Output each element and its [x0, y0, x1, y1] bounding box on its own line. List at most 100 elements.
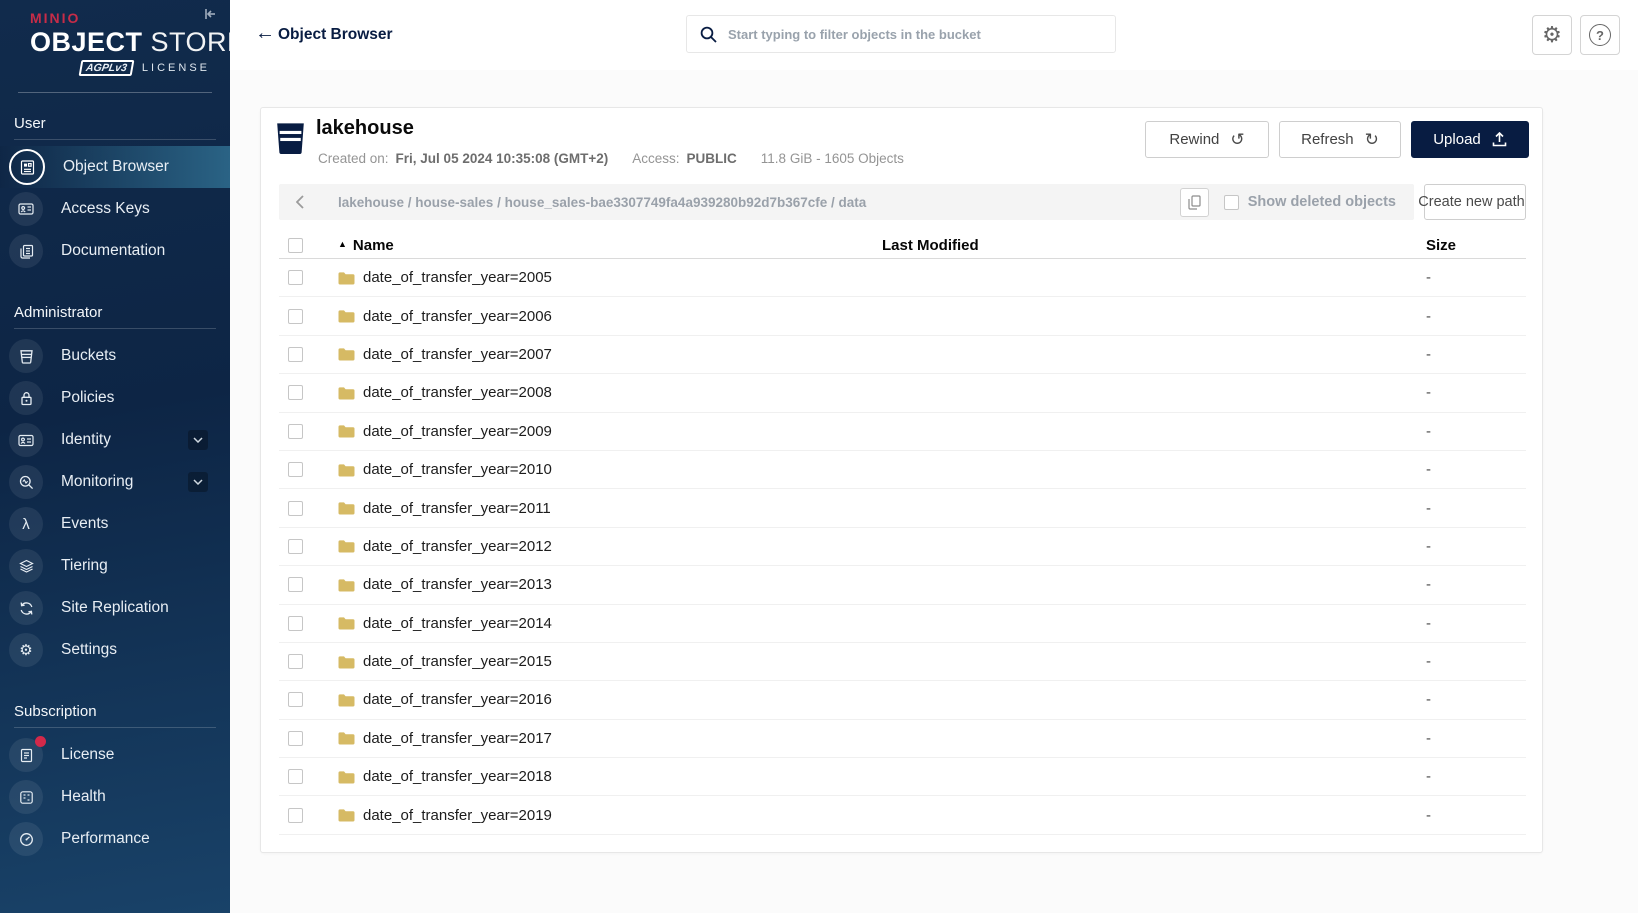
- object-name[interactable]: date_of_transfer_year=2015: [363, 653, 552, 670]
- row-checkbox[interactable]: [288, 385, 303, 400]
- back-arrow-icon[interactable]: ←: [255, 22, 275, 45]
- section-label: User: [0, 107, 230, 139]
- column-header-size[interactable]: Size: [1396, 237, 1526, 254]
- object-name[interactable]: date_of_transfer_year=2017: [363, 730, 552, 747]
- table-header: ▲ Name Last Modified Size: [279, 233, 1526, 259]
- object-name[interactable]: date_of_transfer_year=2016: [363, 691, 552, 708]
- row-checkbox[interactable]: [288, 577, 303, 592]
- collapse-sidebar-icon[interactable]: [202, 6, 220, 24]
- object-name[interactable]: date_of_transfer_year=2012: [363, 538, 552, 555]
- created-on-label: Created on:: [318, 151, 389, 166]
- settings-button[interactable]: ⚙: [1532, 15, 1572, 55]
- sidebar-item-license[interactable]: License: [0, 734, 230, 776]
- table-body: date_of_transfer_year=2005 - date_of_tra…: [279, 259, 1526, 835]
- table-row[interactable]: date_of_transfer_year=2011 -: [279, 489, 1526, 527]
- access-value[interactable]: PUBLIC: [687, 151, 737, 166]
- content-area: lakehouse Created on: Fri, Jul 05 2024 1…: [230, 70, 1638, 913]
- sidebar-item-identity[interactable]: Identity: [0, 419, 230, 461]
- table-row[interactable]: date_of_transfer_year=2009 -: [279, 413, 1526, 451]
- table-row[interactable]: date_of_transfer_year=2017 -: [279, 720, 1526, 758]
- table-row[interactable]: date_of_transfer_year=2006 -: [279, 297, 1526, 335]
- row-checkbox[interactable]: [288, 731, 303, 746]
- help-button[interactable]: ?: [1580, 15, 1620, 55]
- table-row[interactable]: date_of_transfer_year=2016 -: [279, 681, 1526, 719]
- object-name[interactable]: date_of_transfer_year=2018: [363, 768, 552, 785]
- chevron-down-icon[interactable]: [188, 430, 208, 450]
- table-row[interactable]: date_of_transfer_year=2005 -: [279, 259, 1526, 297]
- column-header-last-modified[interactable]: Last Modified: [882, 237, 1396, 254]
- copy-path-button[interactable]: [1180, 188, 1209, 217]
- folder-icon: [338, 693, 355, 707]
- gear-icon: ⚙: [1542, 22, 1562, 48]
- sidebar-item-monitoring[interactable]: Monitoring: [0, 461, 230, 503]
- table-row[interactable]: date_of_transfer_year=2014 -: [279, 605, 1526, 643]
- sidebar-item-performance[interactable]: Performance: [0, 818, 230, 860]
- table-row[interactable]: date_of_transfer_year=2012 -: [279, 528, 1526, 566]
- row-checkbox[interactable]: [288, 654, 303, 669]
- rewind-button[interactable]: Rewind ↺: [1145, 121, 1269, 158]
- sidebar-item-documentation[interactable]: Documentation: [0, 230, 230, 272]
- bucket-icon: [276, 122, 305, 160]
- folder-icon: [338, 424, 355, 438]
- search-input[interactable]: [726, 26, 1115, 43]
- object-name[interactable]: date_of_transfer_year=2006: [363, 308, 552, 325]
- table-row[interactable]: date_of_transfer_year=2013 -: [279, 566, 1526, 604]
- sidebar-item-site-replication[interactable]: Site Replication: [0, 587, 230, 629]
- select-all-checkbox[interactable]: [288, 238, 303, 253]
- sidebar-item-tiering[interactable]: Tiering: [0, 545, 230, 587]
- object-name[interactable]: date_of_transfer_year=2009: [363, 423, 552, 440]
- create-new-path-button[interactable]: Create new path: [1424, 184, 1526, 220]
- row-checkbox[interactable]: [288, 347, 303, 362]
- sidebar-item-health[interactable]: Health: [0, 776, 230, 818]
- sidebar-section-user: User Object Browser Access: [0, 107, 230, 272]
- row-checkbox[interactable]: [288, 462, 303, 477]
- table-row[interactable]: date_of_transfer_year=2010 -: [279, 451, 1526, 489]
- object-name[interactable]: date_of_transfer_year=2013: [363, 576, 552, 593]
- sort-asc-icon[interactable]: ▲: [338, 239, 347, 249]
- table-row[interactable]: date_of_transfer_year=2018 -: [279, 758, 1526, 796]
- sidebar-item-label: Access Keys: [61, 200, 150, 218]
- sidebar-item-settings[interactable]: ⚙ Settings: [0, 629, 230, 671]
- row-checkbox[interactable]: [288, 769, 303, 784]
- row-checkbox[interactable]: [288, 692, 303, 707]
- sidebar-item-policies[interactable]: Policies: [0, 377, 230, 419]
- table-row[interactable]: date_of_transfer_year=2007 -: [279, 336, 1526, 374]
- table-row[interactable]: date_of_transfer_year=2015 -: [279, 643, 1526, 681]
- table-row[interactable]: date_of_transfer_year=2008 -: [279, 374, 1526, 412]
- object-name[interactable]: date_of_transfer_year=2007: [363, 346, 552, 363]
- row-checkbox[interactable]: [288, 616, 303, 631]
- sidebar-item-access-keys[interactable]: Access Keys: [0, 188, 230, 230]
- object-name[interactable]: date_of_transfer_year=2008: [363, 384, 552, 401]
- row-checkbox[interactable]: [288, 501, 303, 516]
- navigate-back-button[interactable]: [279, 195, 321, 209]
- object-name[interactable]: date_of_transfer_year=2019: [363, 807, 552, 824]
- sidebar-item-label: Buckets: [61, 347, 116, 365]
- row-checkbox[interactable]: [288, 808, 303, 823]
- column-header-name[interactable]: ▲ Name: [327, 237, 882, 254]
- upload-button[interactable]: Upload: [1411, 121, 1529, 158]
- row-checkbox[interactable]: [288, 424, 303, 439]
- object-name[interactable]: date_of_transfer_year=2011: [363, 500, 551, 517]
- folder-icon: [338, 770, 355, 784]
- object-size: -: [1396, 615, 1526, 632]
- object-name[interactable]: date_of_transfer_year=2005: [363, 269, 552, 286]
- sidebar-item-object-browser[interactable]: Object Browser: [0, 146, 230, 188]
- chevron-down-icon[interactable]: [188, 472, 208, 492]
- show-deleted-checkbox[interactable]: [1224, 195, 1239, 210]
- refresh-button[interactable]: Refresh ↻: [1279, 121, 1401, 158]
- divider: [18, 92, 212, 93]
- table-row[interactable]: date_of_transfer_year=2019 -: [279, 796, 1526, 834]
- sidebar-item-buckets[interactable]: Buckets: [0, 335, 230, 377]
- object-name[interactable]: date_of_transfer_year=2010: [363, 461, 552, 478]
- sidebar-item-events[interactable]: λ Events: [0, 503, 230, 545]
- breadcrumb[interactable]: lakehouse / house-sales / house_sales-ba…: [338, 195, 1180, 210]
- object-filter-search[interactable]: [686, 15, 1116, 53]
- row-checkbox[interactable]: [288, 270, 303, 285]
- folder-icon: [338, 539, 355, 553]
- object-name[interactable]: date_of_transfer_year=2014: [363, 615, 552, 632]
- object-browser-icon: [9, 149, 45, 185]
- policies-icon: [9, 381, 43, 415]
- row-checkbox[interactable]: [288, 309, 303, 324]
- row-checkbox[interactable]: [288, 539, 303, 554]
- show-deleted-label: Show deleted objects: [1248, 194, 1396, 210]
